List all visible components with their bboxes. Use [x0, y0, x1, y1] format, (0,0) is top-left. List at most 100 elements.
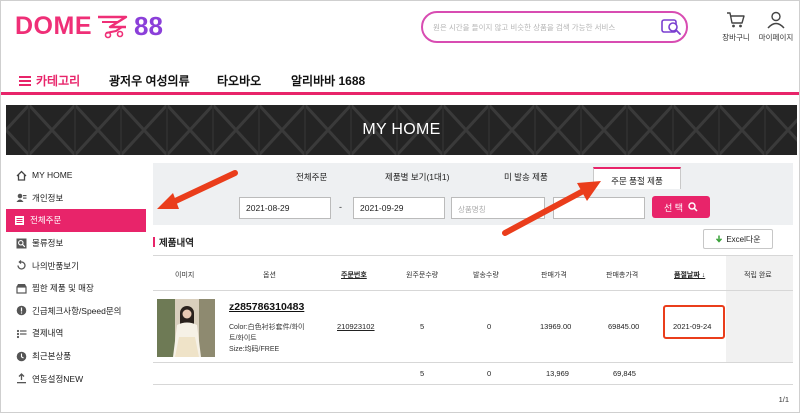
main-content: 전체주문 제품별 보기(1대1) 미 발송 제품 주문 품절 제품 2021-0… — [153, 163, 793, 393]
logo-number: 88 — [134, 10, 163, 41]
total-orig-qty: 5 — [420, 369, 425, 378]
orig-qty-value: 5 — [420, 322, 425, 331]
excel-button-label: Excel다운 — [726, 234, 761, 244]
sidebar-item-label: 연동설정NEW — [32, 373, 84, 384]
user-card-icon — [16, 192, 27, 203]
col-total-price: 판매총가격 — [606, 272, 639, 279]
sidebar-item-wishlist[interactable]: 찜한 제품 및 매장 — [8, 277, 148, 300]
cart-icon — [727, 12, 745, 28]
sidebar-item-integration[interactable]: 연동설정NEW — [8, 367, 148, 390]
price-value: 13969.00 — [540, 322, 572, 331]
total-price-sum: 13,969 — [546, 369, 569, 378]
col-soldout-date[interactable]: 품절날짜 ↓ — [674, 270, 705, 280]
order-list-icon — [14, 215, 25, 226]
tab-all-orders[interactable]: 전체주문 — [296, 171, 327, 183]
points-column-bg — [726, 291, 793, 362]
col-points: 적립 완료 — [744, 272, 772, 279]
total-price-value: 69845.00 — [608, 322, 640, 331]
col-shipped-qty: 발송수량 — [473, 272, 499, 279]
sidebar-item-returns[interactable]: 나의반품보기 — [8, 254, 148, 277]
section-heading: 제품내역 — [153, 235, 194, 249]
logo-mark-icon — [98, 15, 128, 39]
col-price: 판매가격 — [541, 272, 567, 279]
sidebar-item-label: 전체주문 — [30, 215, 62, 226]
table-header: 이미지 옵션 주문번호 원주문수량 발송수량 판매가격 판매총가격 품절날짜 ↓… — [153, 255, 793, 291]
product-name-input[interactable]: 상품명칭 — [451, 197, 545, 219]
site-logo[interactable]: DOME 88 — [15, 10, 163, 41]
sidebar-item-urgent[interactable]: 긴급체크사항/Speed문의 — [8, 300, 148, 323]
total-price-total: 69,845 — [613, 369, 636, 378]
sidebar-item-my-home[interactable]: MY HOME — [8, 164, 148, 187]
sidebar-item-label: 개인정보 — [32, 192, 64, 203]
payment-icon — [16, 328, 27, 339]
col-order-no[interactable]: 주문번호 — [341, 270, 367, 280]
nav-item-guangzhou[interactable]: 광저우 여성의류 — [109, 72, 190, 89]
product-photo — [157, 299, 215, 357]
hamburger-icon — [19, 75, 31, 86]
sidebar-item-label: 긴급체크사항/Speed문의 — [32, 305, 122, 316]
search-icon — [688, 202, 698, 212]
search-input[interactable] — [433, 19, 648, 35]
sidebar-item-label: 최근본상품 — [32, 351, 72, 362]
sidebar-item-label: 물류정보 — [32, 238, 64, 249]
product-code-link[interactable]: z285786310483 — [229, 301, 304, 313]
sidebar-item-profile[interactable]: 개인정보 — [8, 187, 148, 210]
col-option: 옵션 — [263, 272, 276, 279]
mypage-label: 마이페이지 — [758, 33, 794, 42]
clock-icon — [16, 351, 27, 362]
table-row: z285786310483 Color:白色衬衫套件/화이 트/화이트 Size… — [153, 291, 793, 363]
tab-sold-out[interactable]: 주문 품절 제품 — [593, 167, 681, 189]
logo-text: DOME — [15, 11, 92, 40]
filter-bar: 2021-08-29 - 2021-09-29 상품명칭 선 택 — [153, 189, 793, 225]
cart-link[interactable]: 장바구니 — [714, 11, 758, 43]
alert-icon — [16, 305, 27, 316]
page-title: MY HOME — [362, 121, 441, 138]
page-banner: MY HOME — [6, 105, 797, 155]
sidebar-item-label: 찜한 제품 및 매장 — [32, 283, 94, 294]
sidebar-item-all-orders[interactable]: 전체주문 — [6, 209, 146, 232]
product-options: Color:白色衬衫套件/화이 트/화이트 Size:均码/FREE — [229, 322, 329, 355]
order-number-link[interactable]: 210923102 — [337, 322, 375, 331]
mypage-link[interactable]: 마이페이지 — [754, 11, 798, 43]
total-shipped-qty: 0 — [487, 369, 492, 378]
sidebar-item-payments[interactable]: 결제내역 — [8, 322, 148, 345]
extra-filter-input[interactable] — [553, 197, 645, 219]
cart-label: 장바구니 — [722, 33, 750, 42]
home-icon — [16, 170, 27, 181]
pagination[interactable]: 1/1 — [779, 395, 789, 404]
shipped-qty-value: 0 — [487, 322, 492, 331]
excel-download-button[interactable]: Excel다운 — [703, 229, 773, 249]
sidebar-item-label: 나의반품보기 — [32, 260, 79, 271]
product-table: 이미지 옵션 주문번호 원주문수량 발송수량 판매가격 판매총가격 품절날짜 ↓… — [153, 255, 793, 385]
option-line: Color:白色衬衫套件/화이 — [229, 324, 305, 331]
page-frame: DOME 88 원은 시간을 들이지 않고 비슷한 상품을 검색 가능한 서비스… — [0, 0, 800, 413]
nav-item-taobao[interactable]: 타오바오 — [217, 72, 261, 89]
product-thumbnail[interactable] — [157, 299, 215, 357]
option-line: 트/화이트 — [229, 335, 257, 342]
col-image: 이미지 — [175, 272, 195, 279]
return-icon — [16, 260, 27, 271]
col-orig-qty: 원주문수량 — [406, 272, 439, 279]
date-separator: - — [339, 202, 342, 212]
section-heading-text: 제품내역 — [159, 238, 194, 249]
tab-by-product[interactable]: 제품별 보기(1대1) — [385, 171, 449, 183]
tab-unshipped[interactable]: 미 발송 제품 — [504, 171, 548, 183]
option-line: Size:均码/FREE — [229, 346, 280, 353]
store-icon — [16, 283, 27, 294]
upload-icon — [16, 373, 27, 384]
order-tabs: 전체주문 제품별 보기(1대1) 미 발송 제품 주문 품절 제품 — [153, 163, 793, 189]
image-search-icon — [661, 19, 681, 35]
date-from-input[interactable]: 2021-08-29 — [239, 197, 331, 219]
select-search-button[interactable]: 선 택 — [652, 196, 710, 218]
sidebar-item-label: 결제내역 — [32, 328, 64, 339]
nav-item-alibaba[interactable]: 알리바바 1688 — [291, 72, 365, 89]
download-arrow-icon — [716, 235, 723, 243]
top-header: DOME 88 원은 시간을 들이지 않고 비슷한 상품을 검색 가능한 서비스… — [1, 1, 799, 61]
nav-category-label: 카테고리 — [36, 74, 81, 88]
date-to-input[interactable]: 2021-09-29 — [353, 197, 445, 219]
image-search-button[interactable] — [660, 16, 682, 38]
sidebar-item-recent[interactable]: 최근본상품 — [8, 345, 148, 368]
select-button-label: 선 택 — [663, 202, 684, 213]
nav-category-button[interactable]: 카테고리 — [19, 72, 80, 89]
sidebar-item-logistics[interactable]: 물류정보 — [8, 232, 148, 255]
